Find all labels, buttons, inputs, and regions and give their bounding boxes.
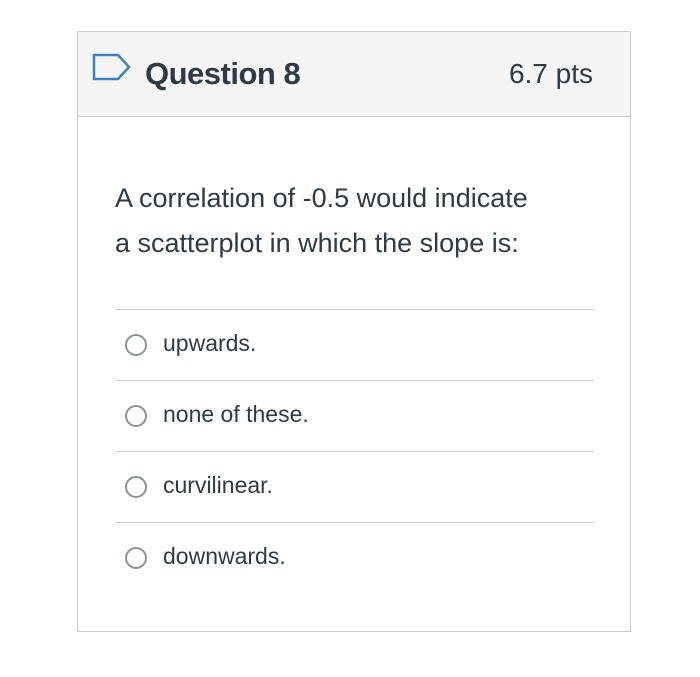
- radio-button[interactable]: [125, 547, 147, 569]
- radio-button[interactable]: [125, 405, 147, 427]
- answer-option-upwards[interactable]: upwards.: [116, 309, 594, 380]
- question-points: 6.7 pts: [508, 58, 593, 89]
- question-prompt: A correlation of -0.5 would indicate a s…: [115, 176, 595, 266]
- answer-label[interactable]: downwards.: [163, 543, 286, 570]
- answer-label[interactable]: none of these.: [163, 401, 309, 428]
- question-prompt-line: a scatterplot in which the slope is:: [115, 228, 519, 258]
- question-card: Question 8 6.7 pts A correlation of -0.5…: [77, 31, 631, 632]
- answer-label[interactable]: curvilinear.: [163, 472, 273, 499]
- flag-question-icon[interactable]: [92, 52, 132, 82]
- radio-button[interactable]: [125, 476, 147, 498]
- question-header: Question 8 6.7 pts: [78, 32, 630, 117]
- question-title: Question 8: [145, 56, 301, 91]
- answer-list: upwards. none of these. curvilinear. dow…: [116, 309, 594, 593]
- answer-option-none-of-these[interactable]: none of these.: [116, 380, 594, 451]
- answer-option-downwards[interactable]: downwards.: [116, 522, 594, 593]
- answer-label[interactable]: upwards.: [163, 330, 256, 357]
- question-prompt-line: A correlation of -0.5 would indicate: [115, 183, 528, 213]
- answer-option-curvilinear[interactable]: curvilinear.: [116, 451, 594, 522]
- radio-button[interactable]: [125, 334, 147, 356]
